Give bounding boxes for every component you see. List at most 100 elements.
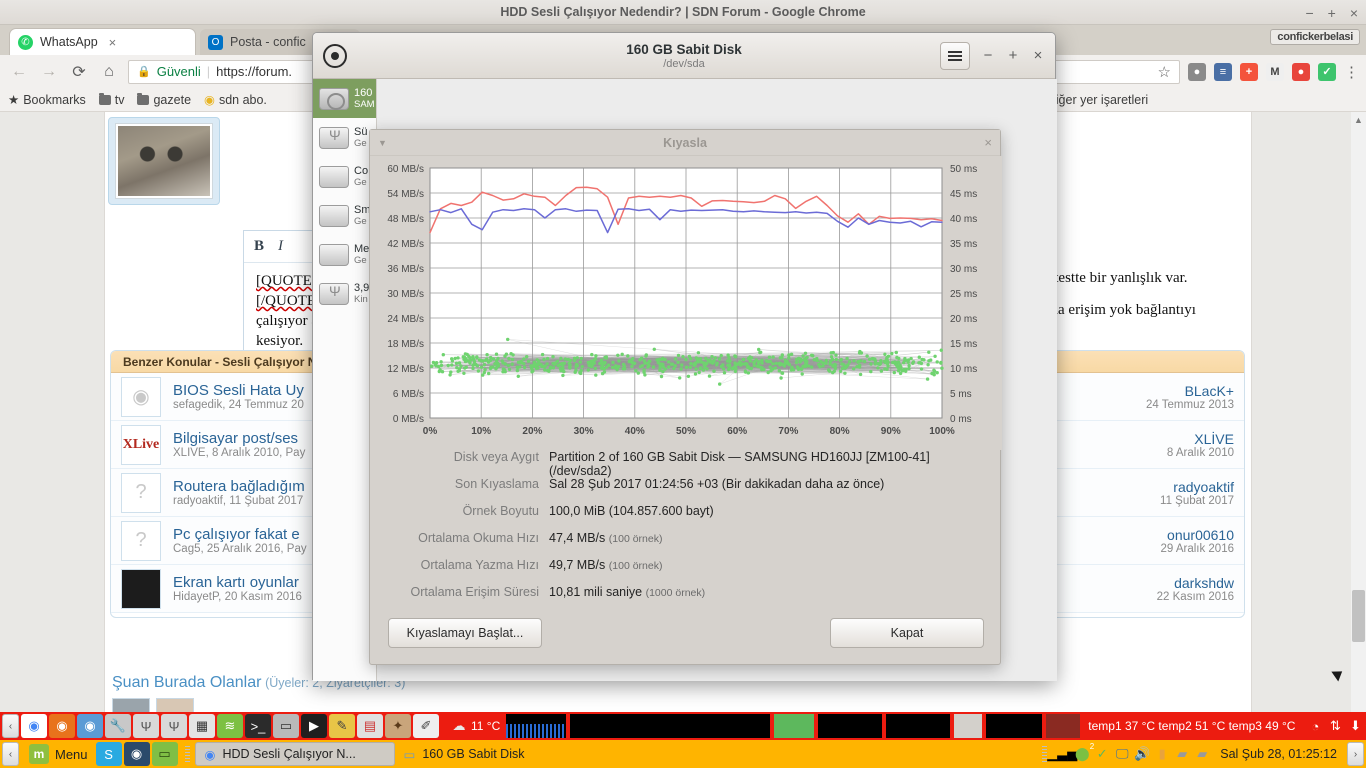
plus-extension-icon[interactable]: + [1240, 62, 1258, 81]
window-icon[interactable]: ▭ [273, 714, 299, 738]
volume-icon[interactable]: 🔊 [1132, 744, 1152, 764]
cloud-icon[interactable]: ☁ [449, 716, 469, 736]
calculator-icon[interactable]: ▦ [189, 714, 215, 738]
bookmark-label: tv [114, 92, 125, 107]
note-icon[interactable]: ✎ [329, 714, 355, 738]
svg-text:36 MB/s: 36 MB/s [387, 264, 424, 275]
back-icon[interactable]: ← [8, 63, 30, 81]
chrome-minimize-button[interactable]: − [1305, 5, 1313, 21]
svg-text:20 ms: 20 ms [950, 314, 977, 325]
close-icon[interactable]: × [109, 35, 117, 50]
profile-chip[interactable]: confickerbelasi [1270, 29, 1360, 45]
shield-icon[interactable]: ✓ [1318, 62, 1336, 81]
start-benchmark-button[interactable]: Kıyaslamayı Başlat... [388, 618, 542, 648]
taskbar-window-disks[interactable]: ▭ 160 GB Sabit Disk [395, 742, 585, 766]
disk2-icon[interactable]: ▰ [1192, 744, 1212, 764]
bookmark-item-gazete[interactable]: gazete [137, 92, 191, 107]
adblock-icon[interactable]: ● [1292, 62, 1310, 81]
device-item-5[interactable]: Me Ge [313, 235, 376, 274]
info-label: Disk veya Aygıt [453, 450, 539, 464]
image-icon[interactable]: ▤ [357, 714, 383, 738]
usb2-icon[interactable]: Ψ [161, 714, 187, 738]
forward-icon[interactable]: → [38, 63, 60, 81]
chrome-maximize-button[interactable]: + [1328, 5, 1336, 21]
usb-icon[interactable]: Ψ [133, 714, 159, 738]
info-value: 10,81 mili saniye (1000 örnek) [549, 585, 706, 599]
svg-text:30%: 30% [574, 426, 594, 437]
bookmark-star-icon[interactable]: ☆ [1158, 63, 1171, 81]
user-link[interactable]: darkshdw [1058, 575, 1234, 591]
svg-text:0 MB/s: 0 MB/s [393, 414, 424, 425]
avatar[interactable] [156, 698, 194, 712]
terminal-icon[interactable]: >_ [245, 714, 271, 738]
sliders-icon[interactable]: ≡ [1214, 62, 1232, 81]
minimize-button[interactable]: − [981, 47, 995, 64]
chrome-menu-icon[interactable]: ⋮ [1344, 63, 1359, 81]
scrollbar-thumb[interactable] [1352, 590, 1365, 642]
maximize-button[interactable]: + [1006, 47, 1020, 64]
user-link[interactable]: XLİVE [1058, 431, 1234, 447]
device-item-6[interactable]: 3,9Kin [313, 274, 376, 313]
bookmark-item-bookmarks[interactable]: ★ Bookmarks [8, 92, 86, 108]
shield-icon[interactable]: ✓ [1092, 744, 1112, 764]
user-link[interactable]: BLacK+ [1058, 383, 1234, 399]
panel-expand-right-button-2[interactable]: › [1347, 742, 1364, 766]
bookmark-item-tv[interactable]: tv [98, 92, 125, 107]
extension-icon[interactable]: ● [1188, 62, 1206, 81]
usb-icon [319, 126, 349, 149]
close-icon[interactable]: × [984, 135, 992, 150]
benchmark-chart: 0 MB/s 6 MB/s 12 MB/s 18 MB/s 24 MB/s 30 MB/s… [370, 156, 1002, 450]
bookmark-item-sdn[interactable]: ◉ sdn abo. [204, 92, 267, 108]
url-text: https://forum. [216, 64, 293, 79]
gimp-icon[interactable]: ✦ [385, 714, 411, 738]
info-value: 49,7 MB/s (100 örnek) [549, 558, 663, 572]
menu-icon[interactable] [940, 41, 970, 70]
chromium-icon[interactable]: ◉ [77, 714, 103, 738]
player-icon[interactable]: ▶ [301, 714, 327, 738]
skype-icon[interactable]: S [95, 742, 122, 766]
user-link[interactable]: radyoaktif [1058, 479, 1234, 495]
svg-text:70%: 70% [778, 426, 798, 437]
panel-collapse-left-button-2[interactable]: ‹ [2, 742, 19, 766]
wifi-icon[interactable]: ◔ [1305, 716, 1325, 736]
menu-button[interactable]: m Menu [21, 742, 96, 766]
disk1-icon[interactable]: ▰ [1172, 744, 1192, 764]
svg-text:50%: 50% [676, 426, 696, 437]
benchmark-buttons: Kıyaslamayı Başlat... Kapat [370, 618, 1002, 648]
signal-icon[interactable]: ▁▃▅ [1047, 744, 1077, 764]
close-button[interactable]: × [1031, 47, 1045, 64]
gmail-icon[interactable]: M [1266, 62, 1284, 81]
feed-icon[interactable]: ≋ [217, 714, 243, 738]
panel-collapse-left-button[interactable]: ‹ [2, 714, 19, 738]
reload-icon[interactable]: ⟳ [68, 62, 90, 82]
avatar[interactable] [112, 698, 150, 712]
device-item-4[interactable]: Sm Ge [313, 196, 376, 235]
user-link[interactable]: onur00610 [1058, 527, 1234, 543]
text-editor-icon[interactable]: ✐ [413, 714, 439, 738]
firefox-icon[interactable]: ◉ [49, 714, 75, 738]
clock[interactable]: Sal Şub 28, 01:25:12 [1220, 747, 1337, 761]
scroll-up-icon[interactable]: ▲ [1354, 115, 1363, 125]
tab-whatsapp[interactable]: ✆ WhatsApp × [10, 29, 195, 55]
italic-button[interactable]: I [278, 238, 283, 255]
files-icon[interactable]: ▭ [151, 742, 178, 766]
svg-text:24 MB/s: 24 MB/s [387, 314, 424, 325]
taskbar-window-chrome[interactable]: ◉ HDD Sesli Çalışıyor N... [194, 742, 395, 766]
steam-icon[interactable]: ◉ [123, 742, 150, 766]
home-icon[interactable]: ⌂ [98, 63, 120, 81]
device-item-3[interactable]: Co Ge [313, 157, 376, 196]
network-icon[interactable]: ⇅ [1325, 716, 1345, 736]
tool-icon[interactable]: 🔧 [105, 714, 131, 738]
device-item-160gb[interactable]: 160 SAM [313, 79, 376, 118]
chrome-close-button[interactable]: × [1350, 5, 1358, 21]
page-scrollbar[interactable]: ▲ [1351, 112, 1366, 712]
panel-grip[interactable] [184, 746, 190, 762]
display-icon[interactable]: 🖵 [1112, 744, 1132, 764]
battery-icon[interactable]: ▮ [1152, 744, 1172, 764]
close-button[interactable]: Kapat [830, 618, 984, 648]
sample-note: (100 örnek) [608, 533, 663, 545]
device-item-2[interactable]: SüGe [313, 118, 376, 157]
chrome-icon[interactable]: ◉ [21, 714, 47, 738]
update-icon[interactable]: ⬤ 2 [1072, 742, 1094, 764]
bold-button[interactable]: B [254, 238, 264, 255]
